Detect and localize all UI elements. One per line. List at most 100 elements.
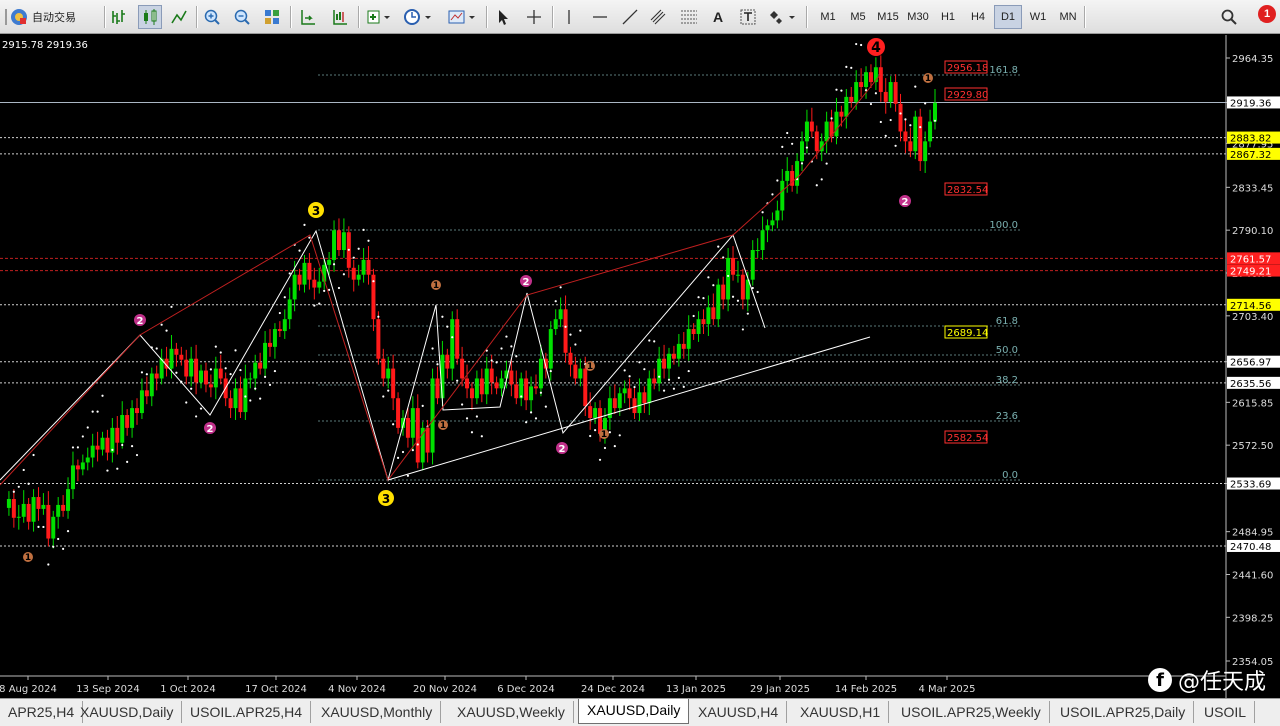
sar-dot xyxy=(677,376,680,379)
zoom-out-icon xyxy=(234,9,250,25)
cursor-button[interactable] xyxy=(492,5,514,29)
timeframe-w1[interactable]: W1 xyxy=(1024,5,1052,29)
chart-tab[interactable]: APR25,H4 xyxy=(0,701,84,723)
candle-body xyxy=(415,408,420,463)
candle-body xyxy=(642,392,647,404)
timeframe-mn[interactable]: MN xyxy=(1054,5,1082,29)
tile-windows-button[interactable] xyxy=(260,5,284,29)
chart-tab[interactable]: XAUUSD,H4 xyxy=(690,701,788,723)
sar-dot xyxy=(42,525,45,529)
candle-body xyxy=(6,499,11,508)
sar-dot xyxy=(667,378,671,381)
sar-dot xyxy=(244,395,247,398)
sar-dot xyxy=(66,530,70,533)
toolbar-grip[interactable] xyxy=(2,5,10,29)
chart-tab[interactable]: USOIL.APR25,H4 xyxy=(182,701,312,723)
chart-tab[interactable]: XAUUSD,Weekly xyxy=(449,701,574,723)
candle-body xyxy=(652,378,657,384)
timeframe-m1[interactable]: M1 xyxy=(814,5,842,29)
arrows-button[interactable] xyxy=(766,5,800,29)
candlestick-chart-canvas[interactable]: 2915.78 2919.362964.352919.362877.952833… xyxy=(0,35,1280,698)
vertical-line-button[interactable] xyxy=(558,5,580,29)
candle-body xyxy=(302,262,307,285)
candle-body xyxy=(312,279,317,288)
candle-body xyxy=(667,353,671,369)
notifications-button[interactable]: 1 xyxy=(1250,5,1278,29)
sar-dot xyxy=(165,329,168,332)
text-tool-button[interactable]: A xyxy=(706,5,730,29)
sar-dot xyxy=(126,460,129,463)
chart-shift-button[interactable] xyxy=(328,5,352,29)
candle-body xyxy=(814,131,819,152)
candle-body xyxy=(253,362,258,379)
boxed-price-label: 2832.54 xyxy=(947,185,988,196)
y-axis-tick-label: 2398.25 xyxy=(1232,613,1273,624)
timeframe-d1[interactable]: D1 xyxy=(994,5,1022,29)
chart-tab[interactable]: XAUUSD,Daily xyxy=(578,699,690,724)
wave-marker-label: 2 xyxy=(902,197,909,208)
fibonacci-button[interactable] xyxy=(676,5,702,29)
candle-body xyxy=(731,257,736,275)
sar-dot xyxy=(283,296,286,299)
search-button[interactable] xyxy=(1218,5,1240,29)
timeframe-m15[interactable]: M15 xyxy=(874,5,902,29)
line-chart-button[interactable] xyxy=(168,5,190,29)
indicators-button[interactable] xyxy=(364,5,394,29)
sar-dot xyxy=(357,247,360,250)
zoom-in-button[interactable] xyxy=(200,5,224,29)
sar-dot xyxy=(268,383,272,386)
sar-dot xyxy=(904,118,907,121)
auto-trading-button[interactable]: 自动交易 xyxy=(10,5,96,29)
chart-tab[interactable]: USOIL.APR25,Daily xyxy=(1052,701,1195,723)
sar-dot xyxy=(825,162,828,165)
candle-body xyxy=(647,378,652,404)
sar-dot xyxy=(608,431,611,434)
equidistant-channel-button[interactable] xyxy=(646,5,672,29)
sar-dot xyxy=(815,184,818,187)
sar-dot xyxy=(884,134,887,137)
trendline-button[interactable] xyxy=(618,5,642,29)
sar-dot xyxy=(17,485,20,488)
auto-scroll-icon xyxy=(301,10,315,25)
chart-tab[interactable]: XAUUSD,Daily xyxy=(72,701,183,723)
candle-body xyxy=(174,348,179,355)
auto-scroll-button[interactable] xyxy=(296,5,320,29)
price-chart[interactable]: 2915.78 2919.362964.352919.362877.952833… xyxy=(0,35,1280,698)
text-label-button[interactable] xyxy=(736,5,760,29)
wave-marker-label: 3 xyxy=(312,204,320,218)
candle-body xyxy=(760,230,765,251)
timeframe-h4[interactable]: H4 xyxy=(964,5,992,29)
chart-tab[interactable]: XAUUSD,Monthly xyxy=(313,701,442,723)
crosshair-button[interactable] xyxy=(522,5,546,29)
sar-dot xyxy=(628,375,631,378)
chart-tab[interactable]: USOIL xyxy=(1196,701,1256,723)
candle-body xyxy=(479,378,484,395)
sar-dot xyxy=(323,289,326,292)
sar-dot xyxy=(510,345,513,348)
candle-body xyxy=(726,257,731,300)
fibonacci-level-label: 61.8 xyxy=(996,316,1018,327)
timeframe-h1[interactable]: H1 xyxy=(934,5,962,29)
sar-dot xyxy=(786,131,789,135)
timeframe-m30[interactable]: M30 xyxy=(904,5,932,29)
horizontal-line-button[interactable] xyxy=(588,5,612,29)
sar-dot xyxy=(855,42,858,46)
indicators-icon xyxy=(367,10,390,24)
periods-button[interactable] xyxy=(400,5,436,29)
bar-chart-button[interactable] xyxy=(108,5,130,29)
chart-tab[interactable]: XAUUSD,H1 xyxy=(792,701,890,723)
sar-dot xyxy=(874,92,877,95)
sar-dot xyxy=(22,468,25,472)
candle-body xyxy=(928,121,933,142)
timeframe-m5[interactable]: M5 xyxy=(844,5,872,29)
sar-dot xyxy=(170,305,173,308)
fibonacci-level-label: 38.2 xyxy=(996,375,1018,386)
candle-body xyxy=(125,415,130,428)
templates-button[interactable] xyxy=(444,5,480,29)
chart-tab[interactable]: USOIL.APR25,Weekly xyxy=(893,701,1050,723)
sar-dot xyxy=(249,399,252,402)
zoom-out-button[interactable] xyxy=(230,5,254,29)
candlestick-button[interactable] xyxy=(138,5,162,29)
candle-body xyxy=(218,368,223,379)
candle-body xyxy=(484,368,489,395)
